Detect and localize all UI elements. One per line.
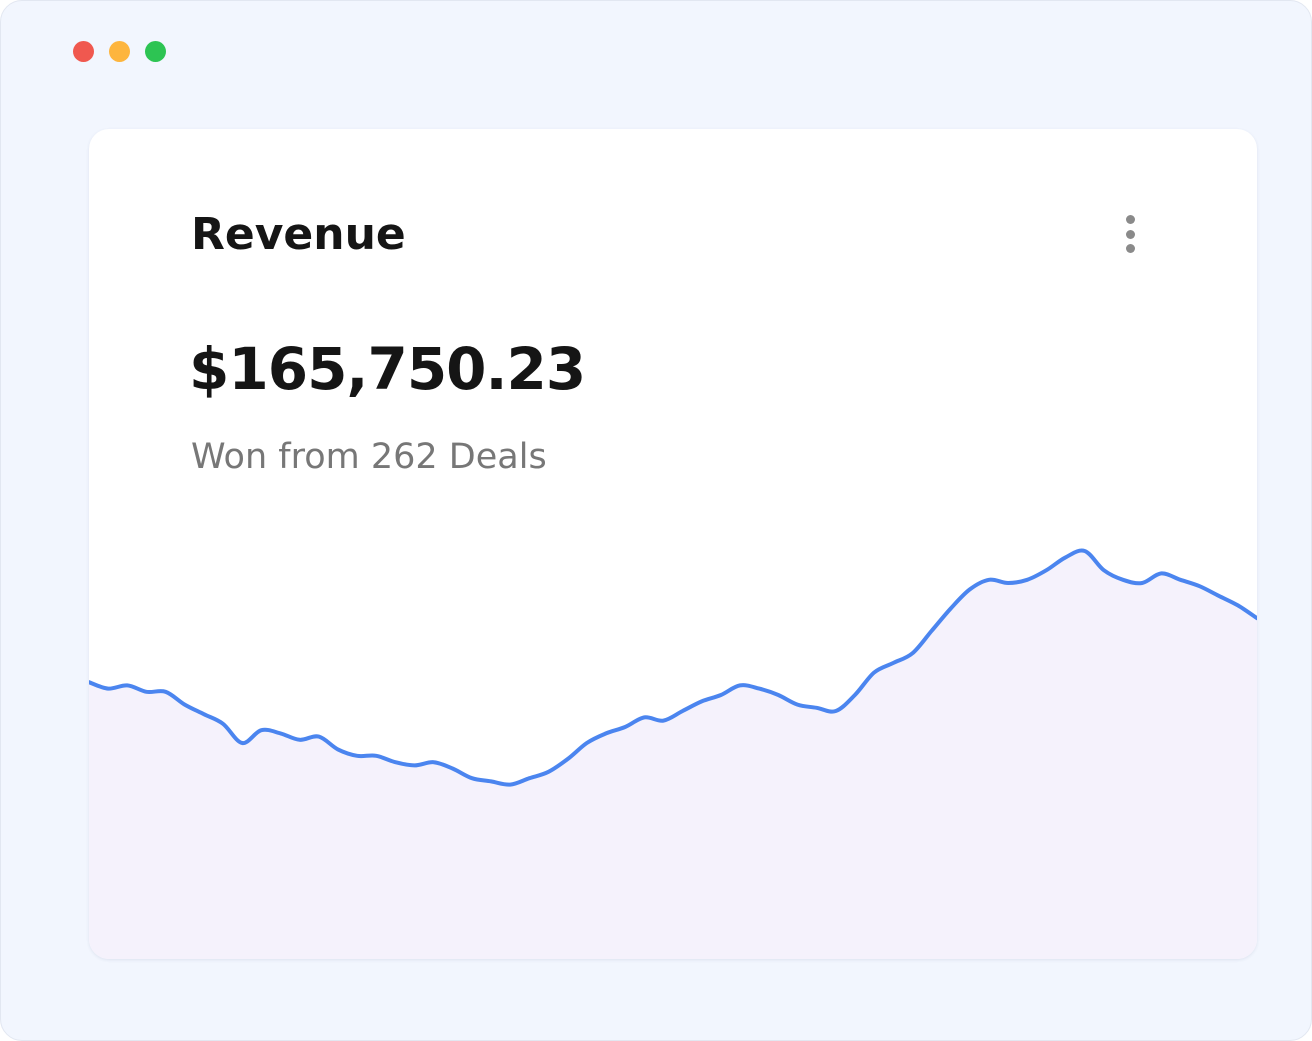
chart-area-fill xyxy=(89,550,1257,959)
revenue-amount: $165,750.23 xyxy=(189,335,586,403)
more-vertical-icon-dot xyxy=(1125,244,1135,253)
card-title: Revenue xyxy=(191,209,406,260)
close-window-button[interactable] xyxy=(73,41,94,62)
minimize-window-button[interactable] xyxy=(109,41,130,62)
deals-subtitle: Won from 262 Deals xyxy=(191,437,547,477)
more-vertical-icon-dot xyxy=(1125,229,1135,239)
maximize-window-button[interactable] xyxy=(145,41,166,62)
app-window: Revenue $165,750.23 Won from 262 Deals xyxy=(0,0,1312,1041)
more-vertical-icon xyxy=(1125,215,1135,224)
revenue-card: Revenue $165,750.23 Won from 262 Deals xyxy=(89,129,1257,959)
window-controls xyxy=(73,41,166,62)
more-options-button[interactable] xyxy=(1119,215,1141,253)
